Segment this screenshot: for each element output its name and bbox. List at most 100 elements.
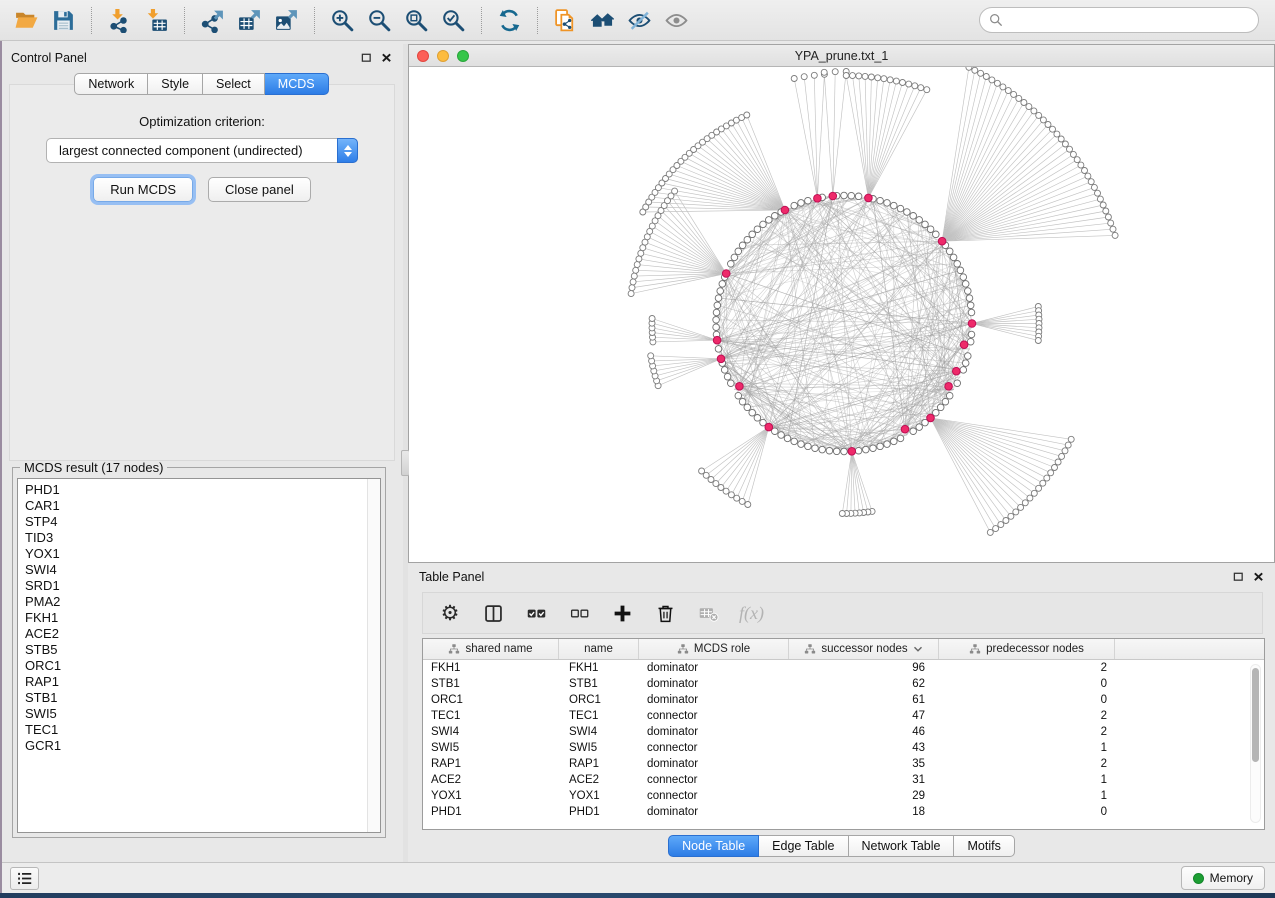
scrollbar-thumb[interactable] xyxy=(1252,668,1259,762)
table-row[interactable]: FKH1FKH1dominator962 xyxy=(423,660,1264,676)
manage-views-button[interactable] xyxy=(547,4,584,37)
export-image-button[interactable] xyxy=(268,4,305,37)
run-mcds-button[interactable]: Run MCDS xyxy=(93,177,193,202)
tab-style[interactable]: Style xyxy=(148,73,203,95)
delete-icon[interactable] xyxy=(653,601,677,625)
mcds-result-item[interactable]: CAR1 xyxy=(25,498,380,514)
zoom-fit-button[interactable] xyxy=(398,4,435,37)
zoom-in-button[interactable] xyxy=(324,4,361,37)
network-window-title: YPA_prune.txt_1 xyxy=(409,49,1274,63)
column-header-mcds-role[interactable]: MCDS role xyxy=(639,639,789,659)
column-header-predecessor-nodes[interactable]: predecessor nodes xyxy=(939,639,1115,659)
float-panel-icon[interactable] xyxy=(361,52,372,63)
network-graph[interactable] xyxy=(409,67,1274,562)
tab-edge-table[interactable]: Edge Table xyxy=(759,835,848,857)
mcds-result-item[interactable]: ORC1 xyxy=(25,658,380,674)
table-cell-filler xyxy=(1115,740,1264,756)
hierarchy-icon xyxy=(804,643,816,655)
table-row[interactable]: YOX1YOX1connector291 xyxy=(423,788,1264,804)
show-panels-button[interactable] xyxy=(10,867,39,890)
import-table-button[interactable] xyxy=(138,4,175,37)
memory-label: Memory xyxy=(1210,871,1253,885)
criterion-select[interactable]: largest connected component (undirected) xyxy=(46,138,358,163)
toolbar-separator xyxy=(537,7,538,34)
table-row[interactable]: SWI5SWI5connector431 xyxy=(423,740,1264,756)
import-network-button[interactable] xyxy=(101,4,138,37)
gear-icon[interactable]: ⚙ xyxy=(438,601,462,625)
import-network-icon xyxy=(107,8,132,33)
add-icon[interactable] xyxy=(610,601,634,625)
mcds-result-item[interactable]: TID3 xyxy=(25,530,380,546)
close-panel-icon[interactable] xyxy=(381,52,392,63)
mcds-result-item[interactable]: FKH1 xyxy=(25,610,380,626)
table-cell: 47 xyxy=(789,708,939,724)
hide-details-button[interactable] xyxy=(621,4,658,37)
zoom-selected-button[interactable] xyxy=(435,4,472,37)
columns-icon[interactable] xyxy=(481,601,505,625)
column-header-name[interactable]: name xyxy=(559,639,639,659)
show-details-button[interactable] xyxy=(658,4,695,37)
control-panel-title: Control Panel xyxy=(11,51,87,65)
first-neighbors-button[interactable] xyxy=(584,4,621,37)
table-scrollbar[interactable] xyxy=(1250,664,1261,823)
mcds-result-item[interactable]: SWI5 xyxy=(25,706,380,722)
refresh-button[interactable] xyxy=(491,4,528,37)
table-row[interactable]: ORC1ORC1dominator610 xyxy=(423,692,1264,708)
mcds-result-item[interactable]: ACE2 xyxy=(25,626,380,642)
list-icon xyxy=(16,870,33,887)
export-table-button[interactable] xyxy=(231,4,268,37)
select-all-icon[interactable] xyxy=(524,601,548,625)
table-cell: FKH1 xyxy=(559,660,639,676)
mcds-result-item[interactable]: RAP1 xyxy=(25,674,380,690)
mcds-result-item[interactable]: SWI4 xyxy=(25,562,380,578)
table-panel-title: Table Panel xyxy=(419,570,484,584)
minimize-window-icon[interactable] xyxy=(437,50,449,62)
column-header-successor-nodes[interactable]: successor nodes xyxy=(789,639,939,659)
mcds-result-item[interactable]: SRD1 xyxy=(25,578,380,594)
mcds-result-list[interactable]: PHD1CAR1STP4TID3YOX1SWI4SRD1PMA2FKH1ACE2… xyxy=(17,478,381,833)
mcds-result-item[interactable]: YOX1 xyxy=(25,546,380,562)
tab-mcds[interactable]: MCDS xyxy=(265,73,329,95)
table-cell: connector xyxy=(639,708,789,724)
memory-button[interactable]: Memory xyxy=(1181,866,1265,890)
table-cell: SWI5 xyxy=(559,740,639,756)
first-neighbors-icon xyxy=(590,8,615,33)
mcds-result-item[interactable]: PMA2 xyxy=(25,594,380,610)
table-row[interactable]: RAP1RAP1dominator352 xyxy=(423,756,1264,772)
export-network-button[interactable] xyxy=(194,4,231,37)
table-row[interactable]: TEC1TEC1connector472 xyxy=(423,708,1264,724)
table-cell: 1 xyxy=(939,740,1115,756)
mcds-result-item[interactable]: STB5 xyxy=(25,642,380,658)
close-window-icon[interactable] xyxy=(417,50,429,62)
close-panel-button[interactable]: Close panel xyxy=(208,177,311,202)
mcds-result-item[interactable]: PHD1 xyxy=(25,482,380,498)
mcds-result-item[interactable]: STP4 xyxy=(25,514,380,530)
panel-splitter[interactable] xyxy=(403,44,408,862)
tab-network[interactable]: Network xyxy=(74,73,148,95)
column-header-shared-name[interactable]: shared name xyxy=(423,639,559,659)
tab-motifs[interactable]: Motifs xyxy=(954,835,1014,857)
network-canvas[interactable] xyxy=(409,67,1274,562)
table-row[interactable]: STB1STB1dominator620 xyxy=(423,676,1264,692)
float-table-panel-icon[interactable] xyxy=(1233,571,1244,582)
table-cell: STB1 xyxy=(423,676,559,692)
mcds-result-item[interactable]: GCR1 xyxy=(25,738,380,754)
mcds-result-item[interactable]: TEC1 xyxy=(25,722,380,738)
open-button[interactable] xyxy=(8,4,45,37)
save-button[interactable] xyxy=(45,4,82,37)
deselect-all-icon[interactable] xyxy=(567,601,591,625)
table-row[interactable]: PHD1PHD1dominator180 xyxy=(423,804,1264,820)
zoom-window-icon[interactable] xyxy=(457,50,469,62)
table-row[interactable]: ACE2ACE2connector311 xyxy=(423,772,1264,788)
mcds-result-item[interactable]: STB1 xyxy=(25,690,380,706)
result-list-scrollbar[interactable] xyxy=(367,479,380,832)
search-box[interactable] xyxy=(979,7,1259,33)
tab-network-table[interactable]: Network Table xyxy=(849,835,955,857)
tab-select[interactable]: Select xyxy=(203,73,265,95)
show-details-icon xyxy=(664,8,689,33)
search-input[interactable] xyxy=(1008,13,1249,27)
table-row[interactable]: SWI4SWI4dominator462 xyxy=(423,724,1264,740)
close-table-panel-icon[interactable] xyxy=(1253,571,1264,582)
zoom-out-button[interactable] xyxy=(361,4,398,37)
tab-node-table[interactable]: Node Table xyxy=(668,835,759,857)
